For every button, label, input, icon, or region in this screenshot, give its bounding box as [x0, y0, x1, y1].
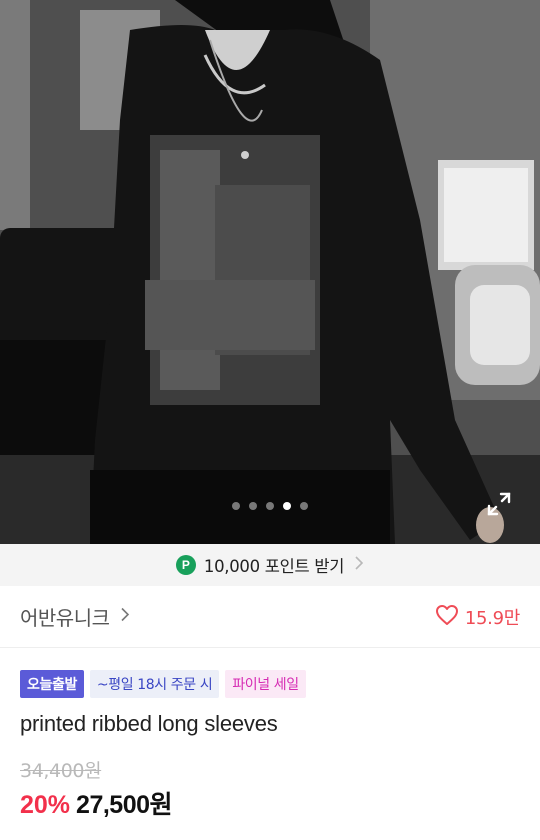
today-shipping-badge: 오늘출발	[20, 670, 84, 698]
final-sale-badge: 파이널 세일	[225, 670, 306, 698]
product-title: printed ribbed long sleeves	[20, 711, 278, 736]
order-cutoff-badge: ~평일 18시 주문 시	[89, 670, 220, 698]
points-banner-text: 10,000 포인트 받기	[203, 557, 345, 576]
carousel-dot[interactable]	[232, 502, 240, 510]
carousel-dot[interactable]	[249, 502, 257, 510]
carousel-dot-active[interactable]	[283, 502, 291, 510]
product-photo-illustration	[0, 0, 540, 544]
original-price: 34,400원	[20, 760, 102, 782]
expand-icon[interactable]	[486, 491, 512, 517]
brand-name-link[interactable]: 어반유니크	[20, 602, 110, 631]
discount-rate: 20%	[20, 791, 71, 819]
product-image[interactable]	[0, 0, 540, 544]
carousel-indicator[interactable]	[0, 502, 540, 510]
chevron-right-icon[interactable]	[120, 607, 130, 626]
like-button[interactable]: 15.9만	[435, 604, 520, 630]
carousel-dot[interactable]	[266, 502, 274, 510]
carousel-dot[interactable]	[300, 502, 308, 510]
heart-icon	[435, 604, 459, 630]
sale-price: 27,500원	[76, 791, 173, 819]
brand-row: 어반유니크 15.9만	[0, 586, 540, 648]
points-banner[interactable]: P 10,000 포인트 받기	[0, 544, 540, 586]
chevron-right-icon	[354, 556, 364, 574]
points-badge-icon: P	[175, 555, 196, 575]
badge-row: 오늘출발 ~평일 18시 주문 시 파이널 세일	[20, 670, 306, 698]
like-count: 15.9만	[464, 607, 520, 629]
price-row: 20% 27,500원	[20, 785, 173, 821]
